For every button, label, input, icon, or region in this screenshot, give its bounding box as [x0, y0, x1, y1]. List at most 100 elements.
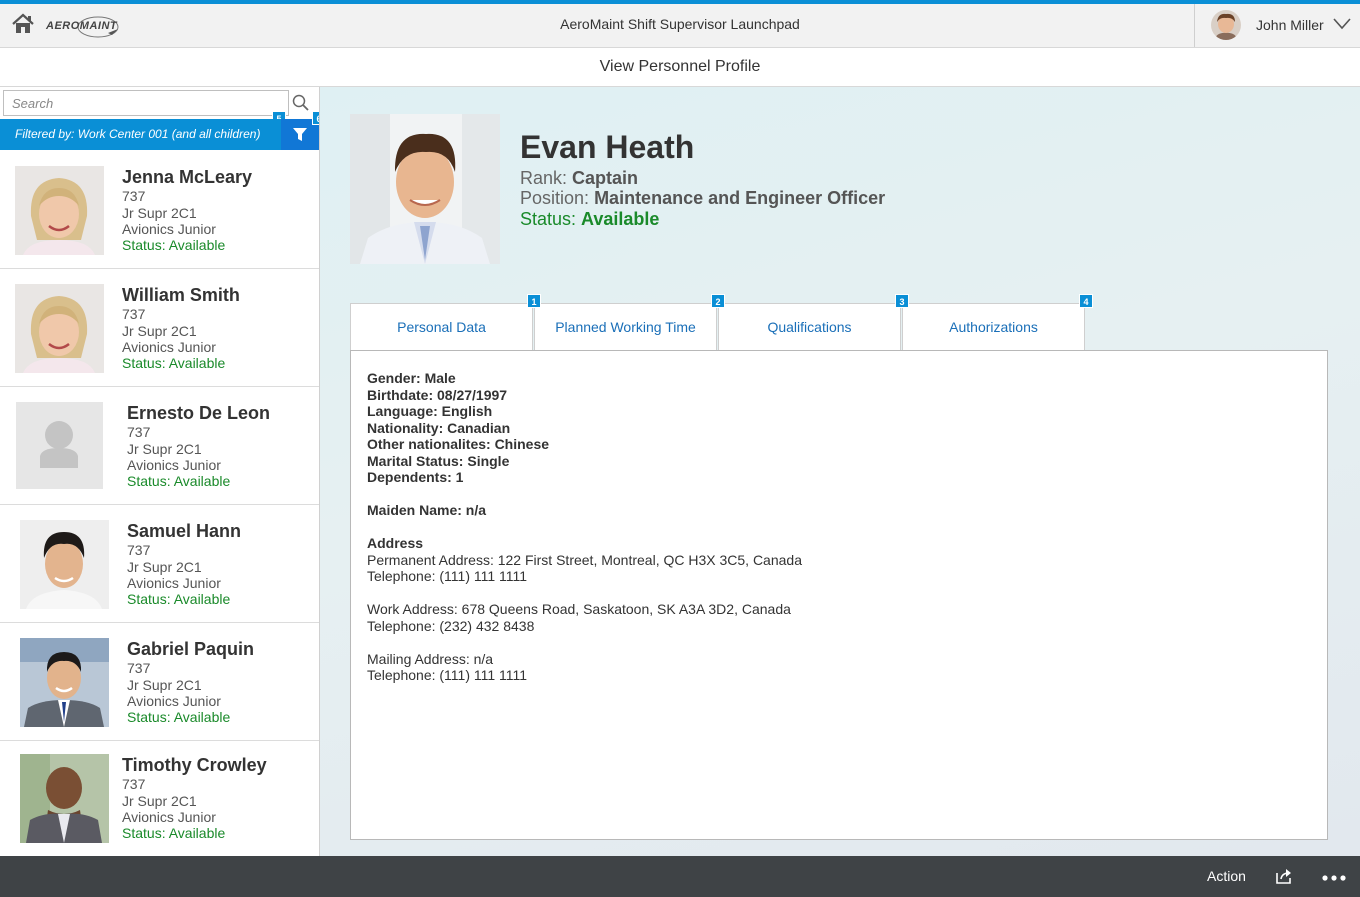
profile-name: Evan Heath	[520, 129, 695, 165]
person-photo	[15, 166, 104, 255]
person-status: Status: Available	[127, 709, 231, 725]
filter-bar: Filtered by: Work Center 001 (and all ch…	[0, 119, 319, 150]
filter-text: Filtered by: Work Center 001 (and all ch…	[15, 127, 261, 141]
person-role: Jr Supr 2C1	[127, 559, 202, 575]
list-item[interactable]: William Smith 737 Jr Supr 2C1 Avionics J…	[0, 269, 319, 387]
tab-planned-working-time[interactable]: Planned Working Time	[534, 303, 717, 350]
nationality: Nationality: Canadian	[367, 419, 511, 436]
person-dept: Avionics Junior	[127, 693, 221, 709]
person-code: 737	[127, 542, 151, 558]
person-status: Status: Available	[127, 473, 231, 489]
person-name: Jenna McLeary	[122, 167, 253, 187]
gender: Gender: Male	[367, 370, 456, 386]
person-role: Jr Supr 2C1	[127, 677, 202, 693]
annotation-badge: 2	[711, 294, 725, 308]
person-role: Jr Supr 2C1	[122, 205, 197, 221]
permanent-telephone: Telephone: (111) 111 1111	[367, 568, 528, 584]
logo-text: AEROMAINT	[46, 20, 118, 32]
rank-value: Captain	[572, 168, 639, 188]
share-icon[interactable]	[1275, 868, 1293, 884]
birthdate: Birthdate: 08/27/1997	[367, 386, 508, 403]
app-title: AeroMaint Shift Supervisor Launchpad	[560, 16, 800, 32]
profile-detail-pane: Evan Heath Rank: Captain Position: Maint…	[320, 87, 1360, 856]
tab-label: Planned Working Time	[555, 319, 696, 335]
personnel-list-pane: 5 Filtered by: Work Center 001 (and all …	[0, 87, 320, 856]
profile-photo	[350, 114, 500, 264]
status-value: Available	[581, 209, 660, 229]
tab-label: Qualifications	[767, 319, 852, 335]
tab-label: Authorizations	[949, 319, 1038, 335]
person-dept: Avionics Junior	[127, 575, 221, 591]
annotation-badge: 6	[312, 111, 319, 125]
action-button[interactable]: Action	[1207, 868, 1246, 884]
dependents: Dependents: 1	[367, 469, 464, 485]
user-avatar	[1211, 10, 1241, 40]
person-status: Status: Available	[122, 355, 226, 371]
language: Language: English	[367, 403, 493, 419]
person-code: 737	[127, 660, 151, 676]
person-role: Jr Supr 2C1	[127, 441, 202, 457]
search-icon[interactable]	[292, 94, 310, 112]
person-code: 737	[122, 306, 146, 322]
user-name: John Miller	[1256, 17, 1324, 33]
annotation-badge: 1	[527, 294, 541, 308]
profile-position: Position: Maintenance and Engineer Offic…	[520, 188, 885, 209]
person-code: 737	[122, 776, 146, 792]
tab-personal-data[interactable]: Personal Data	[350, 303, 533, 351]
person-code: 737	[127, 424, 151, 440]
person-dept: Avionics Junior	[127, 457, 221, 473]
list-item[interactable]: Samuel Hann 737 Jr Supr 2C1 Avionics Jun…	[0, 505, 319, 623]
person-role: Jr Supr 2C1	[122, 323, 197, 339]
tab-authorizations[interactable]: Authorizations	[902, 303, 1085, 350]
more-icon[interactable]	[1322, 874, 1346, 882]
person-name: Gabriel Paquin	[127, 639, 255, 659]
shell-bar: AEROMAINT AeroMaint Shift Supervisor Lau…	[0, 4, 1360, 48]
person-status: Status: Available	[122, 237, 226, 253]
home-icon[interactable]	[10, 12, 36, 36]
person-name: Samuel Hann	[127, 521, 242, 541]
person-name: William Smith	[122, 285, 240, 305]
search-box	[3, 90, 289, 116]
user-menu[interactable]: John Miller	[1194, 4, 1360, 47]
annotation-badge: 4	[1079, 294, 1093, 308]
page-title: View Personnel Profile	[599, 58, 761, 75]
address-heading: Address	[367, 535, 424, 551]
tab-qualifications[interactable]: Qualifications	[718, 303, 901, 350]
list-item[interactable]: Ernesto De Leon 737 Jr Supr 2C1 Avionics…	[0, 387, 319, 505]
person-status: Status: Available	[122, 825, 226, 841]
other-nationalities: Other nationalites: Chinese	[367, 436, 550, 452]
footer-toolbar: Action	[0, 856, 1360, 897]
list-item[interactable]: Jenna McLeary 737 Jr Supr 2C1 Avionics J…	[0, 151, 319, 269]
profile-status: Status: Available	[520, 209, 659, 230]
personnel-list: Jenna McLeary 737 Jr Supr 2C1 Avionics J…	[0, 151, 319, 856]
person-name: Ernesto De Leon	[127, 403, 271, 423]
person-photo	[20, 638, 109, 727]
tab-label: Personal Data	[397, 319, 486, 335]
company-logo: AEROMAINT	[46, 13, 122, 39]
search-input[interactable]	[10, 91, 284, 115]
profile-rank: Rank: Captain	[520, 168, 638, 189]
mailing-telephone: Telephone: (111) 111 1111	[367, 667, 528, 683]
list-item[interactable]: Timothy Crowley 737 Jr Supr 2C1 Avionics…	[0, 741, 319, 856]
personal-data-panel: Gender: Male Birthdate: 08/27/1997 Langu…	[350, 350, 1328, 840]
person-dept: Avionics Junior	[122, 339, 216, 355]
person-code: 737	[122, 188, 146, 204]
marital-status: Marital Status: Single	[367, 452, 510, 469]
chevron-down-icon[interactable]	[1333, 17, 1351, 31]
placeholder-person-icon	[16, 402, 103, 489]
position-label: Position:	[520, 188, 590, 208]
work-telephone: Telephone: (232) 432 8438	[367, 617, 535, 634]
person-name: Timothy Crowley	[122, 755, 267, 775]
person-dept: Avionics Junior	[122, 221, 216, 237]
person-photo	[20, 754, 109, 843]
person-photo	[20, 520, 109, 609]
mailing-address: Mailing Address: n/a	[367, 650, 494, 667]
status-label: Status:	[520, 209, 577, 229]
position-value: Maintenance and Engineer Officer	[594, 188, 886, 208]
person-dept: Avionics Junior	[122, 809, 216, 825]
permanent-address: Permanent Address: 122 First Street, Mon…	[367, 551, 802, 568]
maiden-name: Maiden Name: n/a	[367, 502, 487, 518]
person-photo	[15, 284, 104, 373]
rank-label: Rank:	[520, 168, 568, 188]
list-item[interactable]: Gabriel Paquin 737 Jr Supr 2C1 Avionics …	[0, 623, 319, 741]
